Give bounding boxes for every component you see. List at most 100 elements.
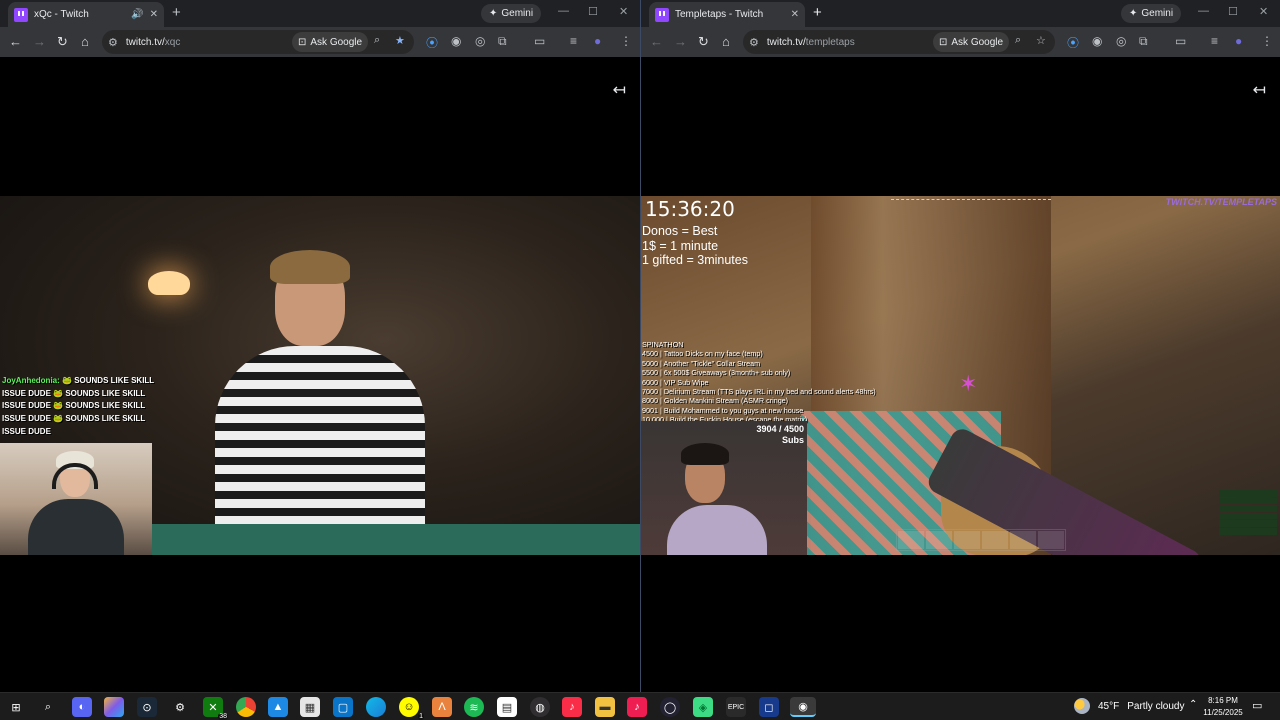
minimize-icon[interactable]: — — [1198, 5, 1209, 17]
weather-widget[interactable]: 45°F Partly cloudy — [1074, 698, 1184, 714]
spotify-icon[interactable]: ≋ — [464, 697, 484, 717]
chrome-icon[interactable] — [236, 697, 256, 717]
ask-google-button[interactable]: ⊡ Ask Google — [292, 32, 369, 52]
close-tab-icon[interactable]: ✕ — [791, 9, 799, 20]
stream-watermark: TWITCH.TV/TEMPLETAPS — [1165, 197, 1277, 207]
profile-avatar-icon[interactable]: ● — [594, 34, 601, 48]
url-path: templetaps — [805, 36, 855, 48]
bookmark-star-icon[interactable]: ★ — [395, 34, 405, 47]
bluestacks-icon[interactable]: ▲ — [268, 697, 288, 717]
close-tab-icon[interactable]: ✕ — [150, 9, 158, 20]
tab-templetaps[interactable]: Templetaps - Twitch ✕ — [649, 2, 805, 27]
maximize-icon[interactable]: ☐ — [1228, 5, 1238, 18]
extension-circle-icon[interactable]: ◎ — [1116, 34, 1126, 48]
ask-google-button[interactable]: ⊡ Ask Google — [933, 32, 1010, 52]
address-bar[interactable]: ⚙ twitch.tv/ xqc ⊡ Ask Google ⌕ ★ — [102, 30, 414, 54]
minimize-icon[interactable]: — — [558, 5, 569, 17]
close-window-icon[interactable]: ✕ — [619, 5, 628, 18]
browser-window-right: Templetaps - Twitch ✕ + ✦ Gemini — ☐ ✕ ←… — [640, 0, 1280, 692]
extensions-puzzle-icon[interactable]: ⧉ — [498, 34, 507, 49]
menu-kebab-icon[interactable]: ⋮ — [1261, 34, 1273, 48]
search-icon[interactable]: ⌕ — [38, 697, 58, 717]
chat-message: SOUNDS LIKE SKILL — [65, 401, 146, 411]
back-icon[interactable]: ← — [9, 34, 22, 50]
copilot-icon[interactable] — [104, 697, 124, 717]
tab-xqc[interactable]: xQc - Twitch 🔊 ✕ — [8, 2, 164, 27]
edge-icon[interactable] — [366, 697, 386, 717]
extension-audio-icon[interactable]: ⦿ — [426, 34, 438, 51]
ask-google-label: Ask Google — [951, 36, 1004, 48]
music-icon[interactable]: ♪ — [562, 697, 582, 717]
desk-mat — [140, 524, 640, 555]
gemini-button[interactable]: ✦ Gemini — [481, 4, 542, 23]
extension-circle-icon[interactable]: ◎ — [475, 34, 485, 48]
site-info-icon[interactable]: ⚙ — [749, 36, 759, 49]
steam-icon[interactable]: ⊙ — [137, 697, 157, 717]
snapchat-icon[interactable]: ☺ 1 — [399, 697, 424, 720]
collapse-sidebar-icon[interactable]: ↤ — [1253, 80, 1266, 100]
settings-gear-icon[interactable]: ⚙ — [170, 697, 190, 717]
virtualbox-icon[interactable]: ◻ — [759, 697, 779, 717]
gemini-label: Gemini — [501, 8, 534, 19]
sub-goal-count: 3904 / 4500 — [756, 424, 804, 434]
chat-line: ISSUE DUDE 🐸 SOUNDS LIKE SKILL — [2, 414, 146, 424]
back-icon[interactable]: ← — [650, 34, 663, 50]
windows-start-icon[interactable]: ⊞ — [6, 697, 26, 717]
explorer-window-icon[interactable]: ▢ — [333, 697, 353, 717]
lamp-light — [148, 271, 190, 295]
spinathon-line: 6000 | VIP Sub Wipe — [642, 377, 709, 387]
media-controls-icon[interactable]: ≡ — [1211, 34, 1218, 48]
speaker-icon[interactable]: 🔊 — [131, 9, 143, 20]
tiktok-icon[interactable]: ♪ — [627, 697, 647, 717]
collapse-sidebar-icon[interactable]: ↤ — [613, 80, 626, 100]
nox-icon[interactable]: ◯ — [660, 697, 680, 717]
xbox-icon[interactable]: ✕ 38 — [203, 697, 228, 720]
notifications-icon[interactable]: ▭ — [1252, 699, 1262, 712]
forward-icon[interactable]: → — [674, 34, 687, 50]
sub-goal: 3904 / 4500 Subs — [756, 424, 804, 446]
folder-icon[interactable]: ▬ — [595, 697, 615, 717]
profile-avatar-icon[interactable]: ● — [1235, 34, 1242, 48]
menu-kebab-icon[interactable]: ⋮ — [620, 34, 632, 48]
reload-icon[interactable]: ↻ — [57, 34, 68, 50]
new-tab-icon[interactable]: + — [813, 4, 822, 21]
chat-line: ISSUE DUDE 🐸 SOUNDS LIKE SKILL — [2, 401, 146, 411]
address-bar[interactable]: ⚙ twitch.tv/ templetaps ⊡ Ask Google ⌕ ☆ — [743, 30, 1055, 54]
site-info-icon[interactable]: ⚙ — [108, 36, 118, 49]
chrome-active-icon[interactable]: ◉ — [790, 697, 816, 717]
zoom-icon[interactable]: ⌕ — [374, 34, 380, 47]
extensions-puzzle-icon[interactable]: ⧉ — [1139, 34, 1148, 49]
epic-games-icon[interactable]: EPIC — [726, 697, 746, 717]
home-icon[interactable]: ⌂ — [81, 34, 89, 50]
store-icon[interactable]: ▦ — [300, 697, 320, 717]
rule-line: Donos = Best — [642, 224, 718, 238]
video-player-right[interactable]: ✶ TWITCH.TV/TEMPLETAPS 15:36:20 Donos = … — [641, 196, 1280, 555]
extension-audio-icon[interactable]: ⦿ — [1067, 34, 1079, 51]
media-controls-icon[interactable]: ≡ — [570, 34, 577, 48]
home-icon[interactable]: ⌂ — [722, 34, 730, 50]
cast-icon[interactable]: ▭ — [1175, 34, 1186, 48]
tray-chevron-up-icon[interactable]: ⌃ — [1189, 699, 1197, 710]
new-tab-icon[interactable]: + — [172, 4, 181, 21]
extension-bulb-icon[interactable]: ◉ — [1092, 34, 1102, 48]
reload-icon[interactable]: ↻ — [698, 34, 709, 50]
maximize-icon[interactable]: ☐ — [588, 5, 598, 18]
discord-icon[interactable]: ◐ — [72, 697, 92, 717]
bookmark-star-icon[interactable]: ☆ — [1036, 34, 1046, 47]
android-studio-icon[interactable]: ◈ — [693, 697, 713, 717]
gemini-button[interactable]: ✦ Gemini — [1121, 4, 1182, 23]
tab-title: xQc - Twitch — [34, 9, 89, 20]
spinathon-line: 8000 | Golden Mankini Stream (ASMR cring… — [642, 396, 789, 406]
extension-bulb-icon[interactable]: ◉ — [451, 34, 461, 48]
obs-icon[interactable]: ◍ — [530, 697, 550, 717]
close-window-icon[interactable]: ✕ — [1259, 5, 1268, 18]
game-compass — [891, 199, 1051, 207]
toolbar: ← → ↻ ⌂ ⚙ twitch.tv/ templetaps ⊡ Ask Go… — [641, 27, 1280, 57]
cast-icon[interactable]: ▭ — [534, 34, 545, 48]
system-clock[interactable]: 8:16 PM 11/25/2025 — [1198, 695, 1248, 719]
donation-rules: Donos = Best 1$ = 1 minute 1 gifted = 3m… — [642, 224, 748, 268]
notepad-icon[interactable]: ▤ — [497, 697, 517, 717]
zoom-icon[interactable]: ⌕ — [1015, 34, 1021, 47]
forward-icon[interactable]: → — [33, 34, 46, 50]
app-a-icon[interactable]: Λ — [432, 697, 452, 717]
